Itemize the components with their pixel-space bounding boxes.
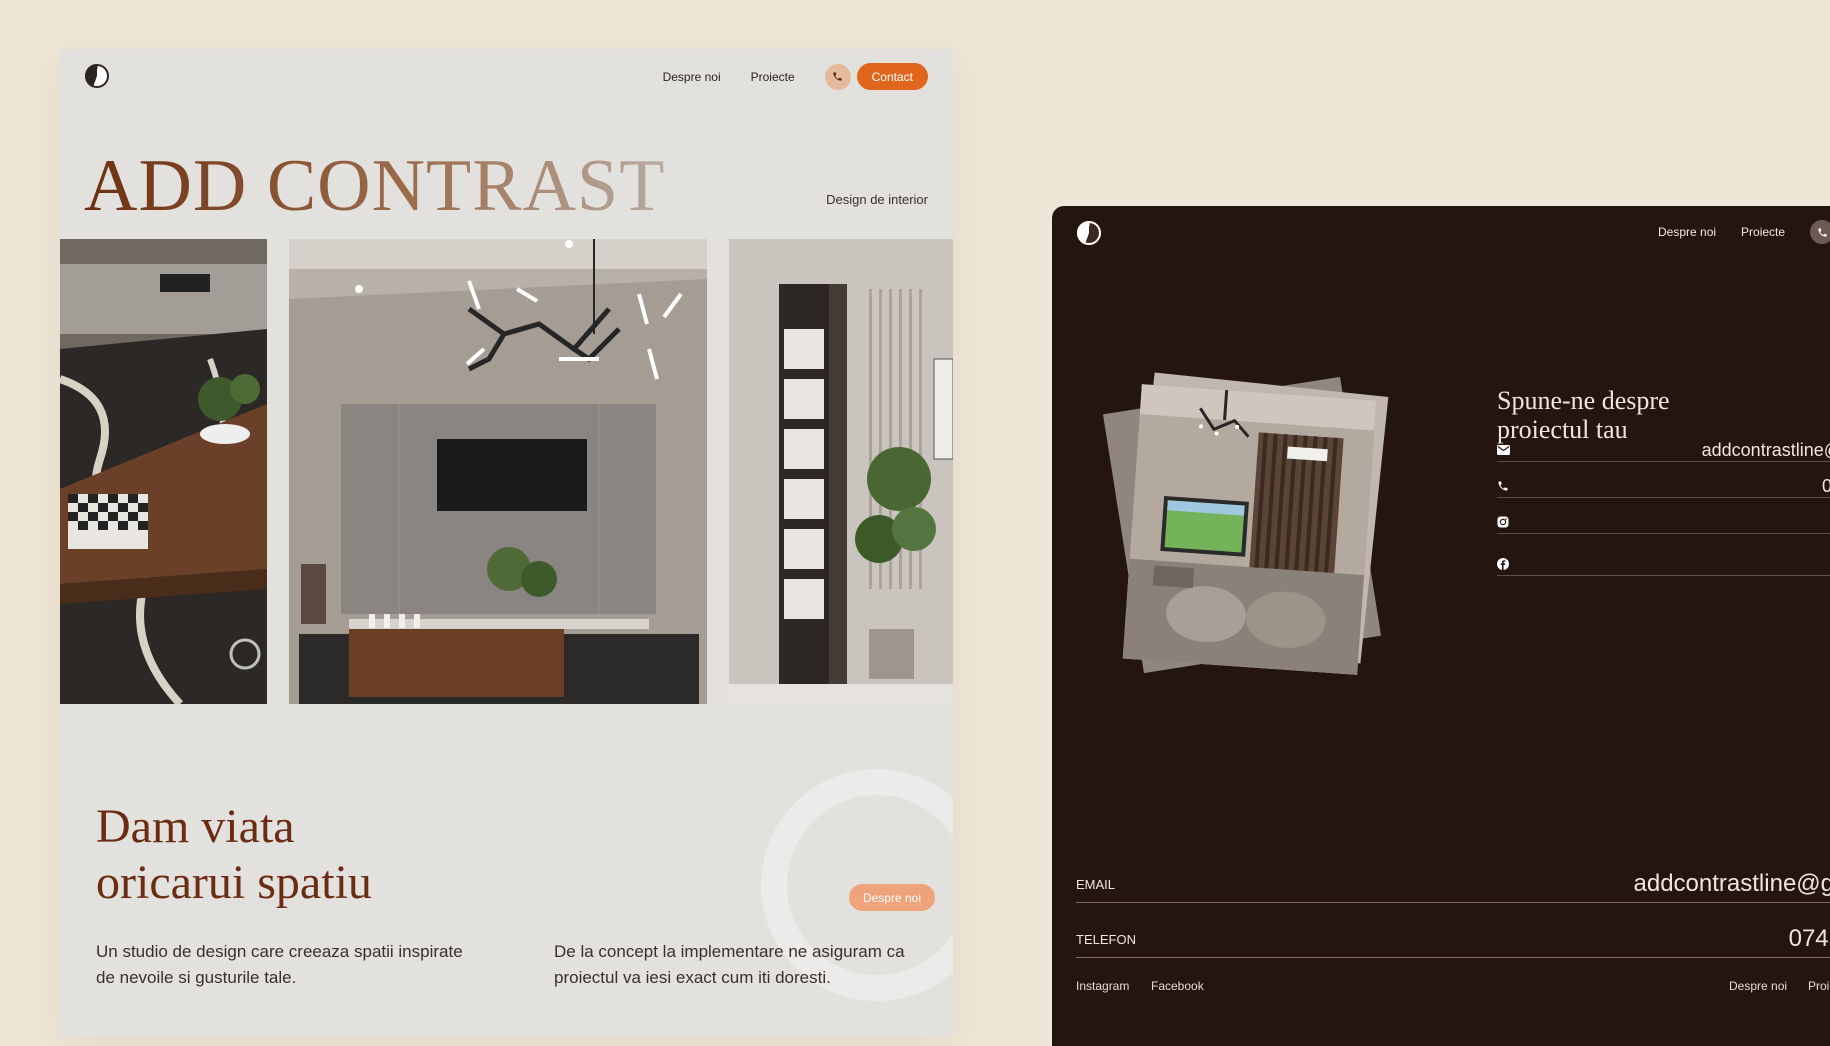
facebook-field[interactable]: [1497, 553, 1830, 576]
section-title: Dam viata oricarui spatiu: [96, 799, 596, 911]
project-photo-living-room[interactable]: [289, 239, 707, 704]
phone-field[interactable]: 07: [1497, 475, 1830, 498]
process-paragraph: De la concept la implementare ne asigura…: [554, 942, 905, 987]
logo-icon[interactable]: [85, 64, 109, 88]
footer-phone-label: TELEFON: [1076, 931, 1136, 947]
dark-site-preview: Despre noi Proiecte Spune-ne despre proi: [1052, 206, 1830, 1046]
hero-title: ADD CONTRAST: [84, 145, 666, 227]
footer-phone-row[interactable]: TELEFON 0745: [1076, 921, 1830, 958]
footer-link-about[interactable]: Despre noi: [1729, 979, 1787, 993]
nav-link-projects[interactable]: Proiecte: [751, 70, 795, 84]
phone-icon: [1497, 478, 1513, 494]
project-photo-bookshelf[interactable]: [729, 239, 953, 704]
facebook-icon: [1497, 556, 1513, 572]
top-nav: Despre noi Proiecte: [1658, 220, 1830, 244]
footer-link-projects[interactable]: Proi: [1808, 979, 1829, 993]
photo-illustration: [729, 239, 953, 704]
mail-icon: [1497, 442, 1513, 458]
project-photo-living-detail[interactable]: [60, 239, 267, 704]
phone-button[interactable]: [1810, 220, 1830, 244]
footer-email-label: EMAIL: [1076, 876, 1116, 892]
photo-illustration: [289, 239, 707, 704]
nav-link-about[interactable]: Despre noi: [1658, 225, 1716, 239]
instagram-field[interactable]: [1497, 511, 1830, 534]
light-site-preview: Despre noi Proiecte Contact ADD CONTRAST…: [60, 49, 953, 1036]
contact-title-line1: Spune-ne despre: [1497, 386, 1670, 415]
phone-icon: [833, 72, 842, 81]
nav-link-projects[interactable]: Proiecte: [1741, 225, 1785, 239]
about-button[interactable]: Despre noi: [848, 884, 935, 911]
email-field[interactable]: addcontrastline@: [1497, 439, 1830, 462]
footer-email-row[interactable]: EMAIL addcontrastline@gr: [1076, 866, 1830, 903]
photo-illustration: [1122, 384, 1377, 675]
top-nav: Despre noi Proiecte Contact: [663, 63, 928, 90]
phone-icon: [1817, 227, 1827, 237]
logo-icon[interactable]: [1077, 221, 1101, 245]
intro-paragraph: Un studio de design care creeaza spatii …: [96, 942, 463, 987]
footer-link-instagram[interactable]: Instagram: [1076, 979, 1129, 993]
project-photo-tv-room[interactable]: [1122, 384, 1377, 675]
footer-phone-value: 0745: [1788, 925, 1830, 952]
footer-link-facebook[interactable]: Facebook: [1151, 979, 1204, 993]
hero-subtitle: Design de interior: [826, 192, 928, 207]
phone-value: 07: [1821, 475, 1830, 496]
footer-email-value: addcontrastline@gr: [1633, 870, 1830, 897]
nav-link-about[interactable]: Despre noi: [663, 70, 721, 84]
email-value: addcontrastline@: [1701, 439, 1830, 460]
instagram-icon: [1497, 514, 1513, 530]
section-title-line1: Dam viata: [96, 800, 295, 853]
contact-button[interactable]: Contact: [856, 63, 928, 90]
photo-illustration: [60, 239, 267, 704]
section-title-line2: oricarui spatiu: [96, 856, 372, 909]
contact-form-title: Spune-ne despre proiectul tau: [1497, 386, 1757, 444]
phone-button[interactable]: [824, 63, 851, 90]
